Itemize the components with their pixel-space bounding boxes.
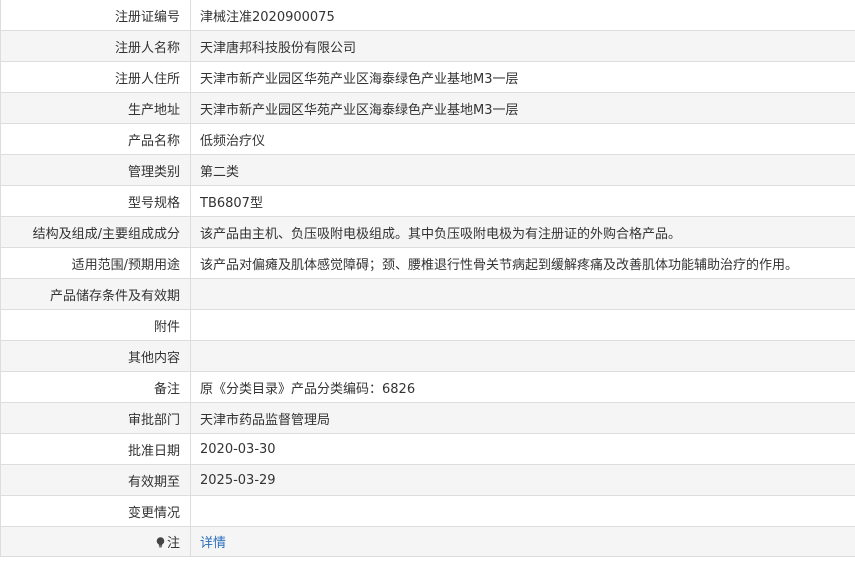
row-value <box>190 278 855 310</box>
row-label: 结构及组成/主要组成成分 <box>0 216 191 248</box>
row-label: 型号规格 <box>0 185 191 217</box>
registration-detail-table: 注册证编号 津械注准2020900075 注册人名称 天津唐邦科技股份有限公司 … <box>0 0 855 557</box>
row-management-category: 管理类别 第二类 <box>0 154 855 186</box>
row-label: 注册人住所 <box>0 61 191 93</box>
row-label: 产品名称 <box>0 123 191 155</box>
row-approval-department: 审批部门 天津市药品监督管理局 <box>0 402 855 434</box>
row-label: 生产地址 <box>0 92 191 124</box>
details-link[interactable]: 详情 <box>200 536 226 551</box>
row-remarks: 备注 原《分类目录》产品分类编码：6826 <box>0 371 855 403</box>
row-label: 注册人名称 <box>0 30 191 62</box>
row-label: 附件 <box>0 309 191 341</box>
row-value <box>190 340 855 372</box>
row-label: 管理类别 <box>0 154 191 186</box>
row-value <box>190 495 855 527</box>
row-approval-date: 批准日期 2020-03-30 <box>0 433 855 465</box>
row-other-content: 其他内容 <box>0 340 855 372</box>
row-value: TB6807型 <box>190 185 855 217</box>
row-registrant-name: 注册人名称 天津唐邦科技股份有限公司 <box>0 30 855 62</box>
row-valid-until: 有效期至 2025-03-29 <box>0 464 855 496</box>
row-label: 审批部门 <box>0 402 191 434</box>
row-label: 备注 <box>0 371 191 403</box>
row-label: 其他内容 <box>0 340 191 372</box>
row-value: 津械注准2020900075 <box>190 0 855 31</box>
lightbulb-icon <box>156 537 165 548</box>
note-value-cell: 详情 <box>190 526 855 557</box>
row-value: 天津唐邦科技股份有限公司 <box>190 30 855 62</box>
row-structure-composition: 结构及组成/主要组成成分 该产品由主机、负压吸附电极组成。其中负压吸附电极为有注… <box>0 216 855 248</box>
row-value: 该产品对偏瘫及肌体感觉障碍；颈、腰椎退行性骨关节病起到缓解疼痛及改善肌体功能辅助… <box>190 247 855 279</box>
row-value <box>190 309 855 341</box>
row-label: 批准日期 <box>0 433 191 465</box>
row-value: 天津市新产业园区华苑产业区海泰绿色产业基地M3一层 <box>190 61 855 93</box>
row-value: 该产品由主机、负压吸附电极组成。其中负压吸附电极为有注册证的外购合格产品。 <box>190 216 855 248</box>
row-value: 低频治疗仪 <box>190 123 855 155</box>
row-label: 变更情况 <box>0 495 191 527</box>
note-label: 注 <box>166 536 180 551</box>
row-model-spec: 型号规格 TB6807型 <box>0 185 855 217</box>
row-label: 注册证编号 <box>0 0 191 31</box>
row-value: 原《分类目录》产品分类编码：6826 <box>190 371 855 403</box>
row-label: 适用范围/预期用途 <box>0 247 191 279</box>
row-note: 注 详情 <box>0 526 855 557</box>
row-change-history: 变更情况 <box>0 495 855 527</box>
row-value: 2020-03-30 <box>190 433 855 465</box>
row-label: 产品储存条件及有效期 <box>0 278 191 310</box>
row-product-name: 产品名称 低频治疗仪 <box>0 123 855 155</box>
row-value: 第二类 <box>190 154 855 186</box>
row-label: 有效期至 <box>0 464 191 496</box>
row-value: 天津市药品监督管理局 <box>190 402 855 434</box>
row-registration-number: 注册证编号 津械注准2020900075 <box>0 0 855 31</box>
row-production-address: 生产地址 天津市新产业园区华苑产业区海泰绿色产业基地M3一层 <box>0 92 855 124</box>
row-value: 2025-03-29 <box>190 464 855 496</box>
note-label-cell: 注 <box>0 526 191 557</box>
row-intended-use: 适用范围/预期用途 该产品对偏瘫及肌体感觉障碍；颈、腰椎退行性骨关节病起到缓解疼… <box>0 247 855 279</box>
row-registrant-address: 注册人住所 天津市新产业园区华苑产业区海泰绿色产业基地M3一层 <box>0 61 855 93</box>
row-value: 天津市新产业园区华苑产业区海泰绿色产业基地M3一层 <box>190 92 855 124</box>
row-attachments: 附件 <box>0 309 855 341</box>
row-storage-validity: 产品储存条件及有效期 <box>0 278 855 310</box>
